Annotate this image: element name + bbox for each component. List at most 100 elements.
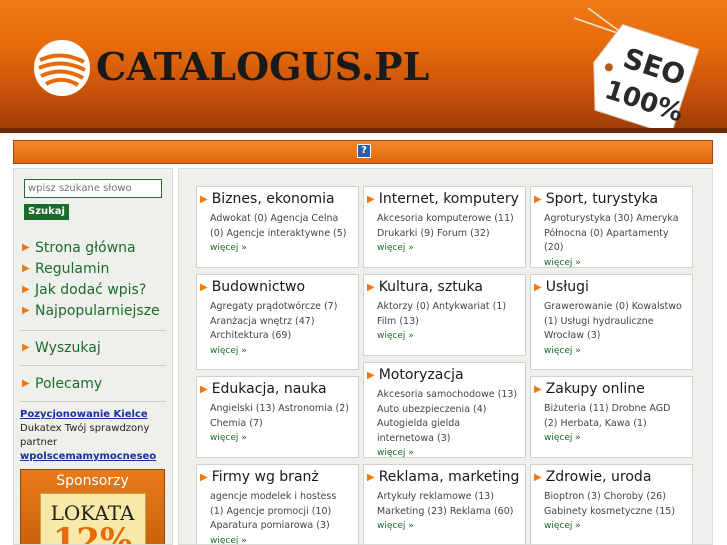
sidebar-item-rules[interactable]: ▶ Regulamin [22, 258, 168, 279]
arrow-right-icon: ▶ [22, 377, 30, 389]
logo-text[interactable]: CATALOGUS.PL [96, 44, 429, 90]
sidebar-item-label: Najpopularniejsze [35, 302, 160, 319]
help-icon[interactable]: ? [357, 144, 371, 158]
category-title[interactable]: ▶ Biznes, ekonomia [197, 190, 358, 208]
category-more-link[interactable]: więcej » [364, 446, 525, 465]
category-more-link[interactable]: więcej » [531, 344, 692, 363]
sidebar-recommended-nav: ▶ Polecamy [22, 373, 168, 394]
arrow-right-icon: ▶ [22, 341, 30, 353]
category-more-link[interactable]: więcej » [531, 431, 692, 450]
page: CATALOGUS.PL SEO 100% ? Szukaj ▶ Strona … [0, 0, 727, 545]
sponsor-banner-line2: 12% [52, 521, 133, 545]
category-more-link[interactable]: więcej » [531, 256, 692, 275]
category-subcategories[interactable]: Akcesoria komputerowe (11) Drukarki (9) … [364, 208, 525, 241]
category-more-link[interactable]: więcej » [197, 431, 358, 450]
category-box: ▶ Motoryzacja Akcesoria samochodowe (13) … [363, 362, 526, 458]
sidebar-item-recommended[interactable]: ▶ Polecamy [22, 373, 168, 394]
top-bar: ? [13, 140, 713, 164]
search-button[interactable]: Szukaj [24, 204, 69, 220]
category-subcategories[interactable]: Aktorzy (0) Antykwariat (1) Film (13) [364, 296, 525, 329]
sidebar-search-nav: ▶ Wyszukaj [22, 337, 168, 358]
category-title[interactable]: ▶ Reklama, marketing [364, 468, 525, 486]
arrow-right-icon: ▶ [22, 304, 30, 316]
sidebar-item-how-to-add[interactable]: ▶ Jak dodać wpis? [22, 279, 168, 300]
category-title[interactable]: ▶ Motoryzacja [364, 366, 525, 384]
category-box: ▶ Zdrowie, uroda Bioptron (3) Choroby (26… [530, 464, 693, 544]
category-subcategories[interactable]: Akcesoria samochodowe (13) Auto ubezpiec… [364, 384, 525, 446]
category-subcategories[interactable]: Adwokat (0) Agencja Celna (0) Agencje in… [197, 208, 358, 241]
promo-text: Dukatex Twój sprawdzony partner [20, 423, 150, 448]
category-title[interactable]: ▶ Sport, turystyka [531, 190, 692, 208]
sidebar-item-label: Regulamin [35, 260, 110, 277]
category-title[interactable]: ▶ Budownictwo [197, 278, 358, 296]
category-box: ▶ Internet, komputery Akcesoria komputero… [363, 186, 526, 268]
divider [20, 365, 166, 366]
category-more-link[interactable]: więcej » [531, 519, 692, 538]
category-box: ▶ Budownictwo Agregaty prądotwórcze (7) A… [196, 274, 359, 370]
arrow-right-icon: ▶ [200, 193, 208, 205]
category-more-link[interactable]: więcej » [364, 241, 525, 260]
categories-panel: ▶ Biznes, ekonomia Adwokat (0) Agencja Ce… [178, 168, 713, 545]
arrow-right-icon: ▶ [367, 193, 375, 205]
category-more-link[interactable]: więcej » [197, 344, 358, 363]
arrow-right-icon: ▶ [534, 281, 542, 293]
arrow-right-icon: ▶ [22, 262, 30, 274]
category-box: ▶ Usługi Grawerowanie (0) Kowalstwo (1) U… [530, 274, 693, 370]
sidebar-nav: ▶ Strona główna ▶ Regulamin ▶ Jak dodać … [22, 237, 168, 321]
arrow-right-icon: ▶ [534, 383, 542, 395]
category-subcategories[interactable]: Bioptron (3) Choroby (26) Gabinety kosme… [531, 486, 692, 519]
category-title[interactable]: ▶ Zdrowie, uroda [531, 468, 692, 486]
sidebar-item-home[interactable]: ▶ Strona główna [22, 237, 168, 258]
category-box: ▶ Edukacja, nauka Angielski (13) Astronom… [196, 376, 359, 458]
search-input[interactable] [24, 179, 162, 198]
category-title[interactable]: ▶ Firmy wg branż [197, 468, 358, 486]
category-subcategories[interactable]: Angielski (13) Astronomia (2) Chemia (7) [197, 398, 358, 431]
category-title[interactable]: ▶ Edukacja, nauka [197, 380, 358, 398]
category-subcategories[interactable]: agencje modelek i hostess (1) Agencje pr… [197, 486, 358, 534]
category-box: ▶ Firmy wg branż agencje modelek i hostes… [196, 464, 359, 545]
category-title[interactable]: ▶ Usługi [531, 278, 692, 296]
category-more-link[interactable]: więcej » [364, 519, 525, 538]
sidebar-item-popular[interactable]: ▶ Najpopularniejsze [22, 300, 168, 321]
site-header: CATALOGUS.PL SEO 100% [0, 0, 727, 133]
category-more-link[interactable]: więcej » [364, 329, 525, 348]
category-box: ▶ Sport, turystyka Agroturystyka (30) Ame… [530, 186, 693, 268]
sidebar-item-label: Wyszukaj [35, 339, 101, 356]
arrow-right-icon: ▶ [22, 241, 30, 253]
category-subcategories[interactable]: Agroturystyka (30) Ameryka Północna (0) … [531, 208, 692, 256]
sponsor-banner[interactable]: LOKATA 12% [39, 493, 146, 545]
arrow-right-icon: ▶ [200, 281, 208, 293]
arrow-right-icon: ▶ [22, 283, 30, 295]
arrow-right-icon: ▶ [534, 193, 542, 205]
category-more-link[interactable]: więcej » [197, 534, 358, 545]
sponsors-box: Sponsorzy LOKATA 12% [20, 469, 165, 545]
sidebar-item-label: Strona główna [35, 239, 136, 256]
arrow-right-icon: ▶ [534, 471, 542, 483]
sidebar-item-search[interactable]: ▶ Wyszukaj [22, 337, 168, 358]
arrow-right-icon: ▶ [367, 471, 375, 483]
category-title[interactable]: ▶ Internet, komputery [364, 190, 525, 208]
sidebar-item-label: Polecamy [35, 375, 103, 392]
promo-link-kielce[interactable]: Pozycjonowanie Kielce [20, 408, 170, 422]
category-box: ▶ Reklama, marketing Artykuły reklamowe (… [363, 464, 526, 544]
category-title[interactable]: ▶ Kultura, sztuka [364, 278, 525, 296]
divider [20, 330, 166, 331]
category-subcategories[interactable]: Grawerowanie (0) Kowalstwo (1) Usługi hy… [531, 296, 692, 344]
divider [20, 401, 166, 402]
promo-block: Pozycjonowanie Kielce Dukatex Twój spraw… [20, 408, 170, 464]
sidebar: Szukaj ▶ Strona główna ▶ Regulamin ▶ Jak… [13, 168, 173, 545]
sponsors-title: Sponsorzy [56, 473, 129, 489]
category-box: ▶ Zakupy online Biżuteria (11) Drobne AGD… [530, 376, 693, 458]
arrow-right-icon: ▶ [367, 281, 375, 293]
category-title[interactable]: ▶ Zakupy online [531, 380, 692, 398]
arrow-right-icon: ▶ [367, 369, 375, 381]
promo-link-seo[interactable]: wpolscemamymocneseo [20, 450, 170, 464]
seo-tag-icon: SEO 100% [573, 8, 700, 133]
category-box: ▶ Biznes, ekonomia Adwokat (0) Agencja Ce… [196, 186, 359, 268]
category-subcategories[interactable]: Biżuteria (11) Drobne AGD (2) Herbata, K… [531, 398, 692, 431]
category-box: ▶ Kultura, sztuka Aktorzy (0) Antykwariat… [363, 274, 526, 356]
logo-icon[interactable] [34, 40, 90, 96]
category-subcategories[interactable]: Agregaty prądotwórcze (7) Aranżacja wnęt… [197, 296, 358, 344]
category-subcategories[interactable]: Artykuły reklamowe (13) Marketing (23) R… [364, 486, 525, 519]
category-more-link[interactable]: więcej » [197, 241, 358, 260]
